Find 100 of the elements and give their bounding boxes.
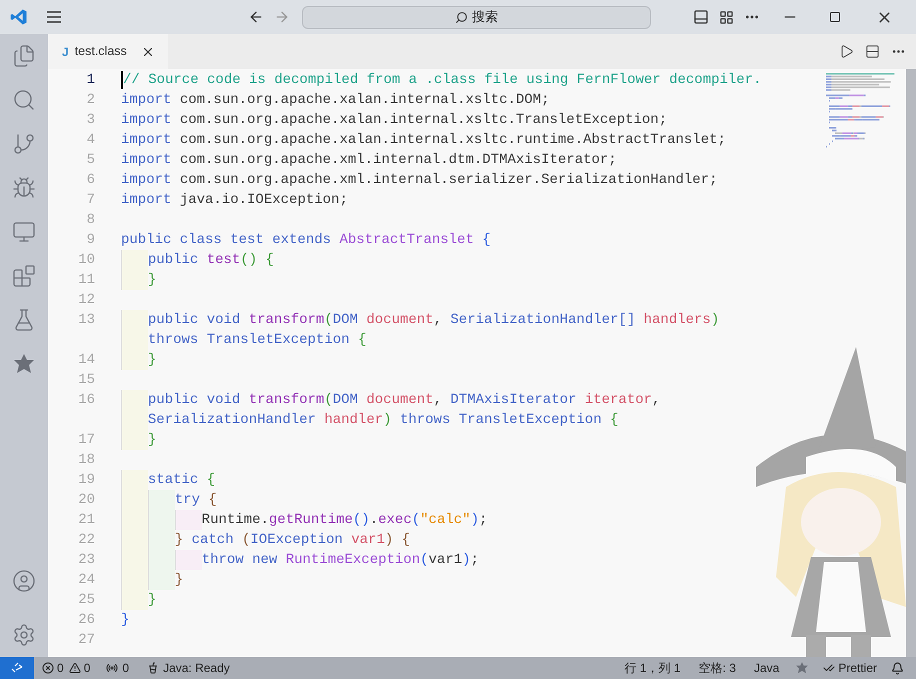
cup-icon — [147, 662, 160, 674]
cursor-position[interactable]: 行 1，列 1 — [624, 659, 681, 677]
extensions-icon[interactable] — [12, 264, 36, 288]
back-icon[interactable] — [248, 9, 264, 25]
line-number: 7 — [86, 190, 95, 210]
line-number: 17 — [77, 430, 95, 450]
code-line: } — [148, 430, 156, 450]
line-number: 23 — [77, 550, 95, 570]
indent-guide — [121, 250, 148, 270]
line-number: 2 — [86, 90, 95, 110]
code-line: public class test extends AbstractTranslet { — [121, 230, 491, 250]
code-line: } — [148, 350, 156, 370]
code-line: public test() { — [148, 250, 274, 270]
code-line: import com.sun.org.apache.xalan.internal.xsltc.runtime.AbstractTranslet; — [121, 130, 726, 150]
line-number: 24 — [77, 570, 95, 590]
code-line: Runtime.getRuntime().exec("calc"); — [202, 510, 488, 530]
indent-guide — [121, 590, 148, 610]
indent-guide — [121, 350, 148, 370]
indent-guide — [121, 430, 148, 450]
remote-button[interactable] — [0, 657, 34, 679]
star-icon[interactable] — [795, 661, 810, 675]
line-number: 18 — [77, 450, 95, 470]
monitor-icon[interactable] — [12, 220, 36, 244]
code-line: throw new RuntimeException(var1); — [202, 550, 479, 570]
indentation[interactable]: 空格: 3 — [698, 659, 736, 677]
line-number: 14 — [77, 350, 95, 370]
java-file-icon: J — [62, 42, 69, 60]
indent-guide — [121, 470, 148, 490]
line-number: 25 — [77, 590, 95, 610]
code-line: throws TransletException { — [148, 330, 366, 350]
line-number: 21 — [77, 510, 95, 530]
star-icon[interactable] — [12, 352, 36, 376]
code-line: } — [121, 610, 130, 630]
line-number: 6 — [86, 170, 95, 190]
indent-guide — [148, 490, 175, 510]
indent-guide — [174, 510, 202, 530]
line-number: 19 — [77, 470, 95, 490]
code-line: import com.sun.org.apache.xml.internal.dtm.DTMAxisIterator; — [121, 150, 617, 170]
files-icon[interactable] — [12, 44, 36, 68]
bell-icon[interactable] — [891, 662, 904, 674]
line-number: 12 — [77, 290, 95, 310]
app-logo-icon — [10, 8, 28, 26]
java-status-button[interactable]: Java: Ready — [147, 659, 230, 677]
warning-icon — [68, 662, 81, 674]
bug-icon[interactable] — [12, 176, 36, 200]
code-line: try { — [174, 490, 217, 510]
line-number: 8 — [86, 210, 95, 230]
line-number: 13 — [77, 310, 95, 330]
double-check-icon — [823, 662, 836, 674]
account-icon[interactable] — [12, 569, 36, 593]
text-cursor — [121, 71, 123, 89]
branch-icon[interactable] — [12, 132, 36, 156]
code-line: public void transform(DOM document, SerializationHandler[] handlers) — [148, 310, 720, 330]
split-editor-icon[interactable] — [865, 44, 880, 59]
prettier-button[interactable]: Prettier — [823, 659, 877, 677]
scrollbar[interactable] — [906, 69, 916, 657]
code-line: SerializationHandler handler) throws TransletException { — [148, 410, 618, 430]
code-line: // Source code is decompiled from a .class file using FernFlower decompiler. — [123, 70, 762, 90]
line-number: 20 — [77, 490, 95, 510]
code-line: } catch (IOException var1) { — [174, 530, 410, 550]
code-line: static { — [148, 470, 216, 490]
layout-icon[interactable] — [719, 10, 734, 24]
line-number: 15 — [77, 370, 95, 390]
problems-button[interactable]: 0 0 — [42, 659, 90, 677]
indent-guide — [121, 270, 148, 290]
settings-icon[interactable] — [12, 623, 36, 647]
code-line: } — [148, 270, 156, 290]
ports-button[interactable]: 0 — [106, 659, 130, 677]
panel-icon[interactable] — [693, 9, 709, 25]
indent-guide — [121, 310, 148, 330]
code-line: import com.sun.org.apache.xalan.internal.xsltc.TransletException; — [121, 110, 668, 130]
indent-guide — [148, 570, 175, 590]
line-number: 4 — [86, 130, 95, 150]
code-line: } — [148, 590, 156, 610]
line-number: 26 — [77, 610, 95, 630]
line-number: 9 — [86, 230, 95, 250]
language-mode[interactable]: Java — [754, 659, 780, 677]
run-icon[interactable] — [839, 44, 854, 59]
search-icon[interactable] — [12, 88, 36, 112]
search-field[interactable]: 搜索 — [302, 6, 651, 28]
antenna-icon — [106, 662, 118, 674]
line-number: 11 — [77, 270, 95, 290]
editor-tab[interactable]: J test.class — [48, 34, 168, 69]
code-line: import java.io.IOException; — [121, 190, 348, 210]
code-line: import com.sun.org.apache.xml.internal.serializer.SerializationHandler; — [121, 170, 718, 190]
line-number: 5 — [86, 150, 95, 170]
line-number: 22 — [77, 530, 95, 550]
remote-icon — [11, 662, 23, 674]
line-number: 1 — [86, 70, 95, 90]
error-icon — [42, 662, 54, 674]
line-number: 10 — [77, 250, 95, 270]
indent-guide — [121, 390, 148, 410]
line-number: 27 — [77, 630, 95, 650]
line-number: 3 — [86, 110, 95, 130]
code-line: import com.sun.org.apache.xalan.internal.xsltc.DOM; — [121, 90, 550, 110]
search-icon — [455, 10, 468, 24]
maximize-icon[interactable] — [829, 11, 841, 23]
code-line: } — [174, 570, 184, 590]
line-number: 16 — [77, 390, 95, 410]
code-line: public void transform(DOM document, DTMAxisIterator iterator, — [148, 390, 660, 410]
